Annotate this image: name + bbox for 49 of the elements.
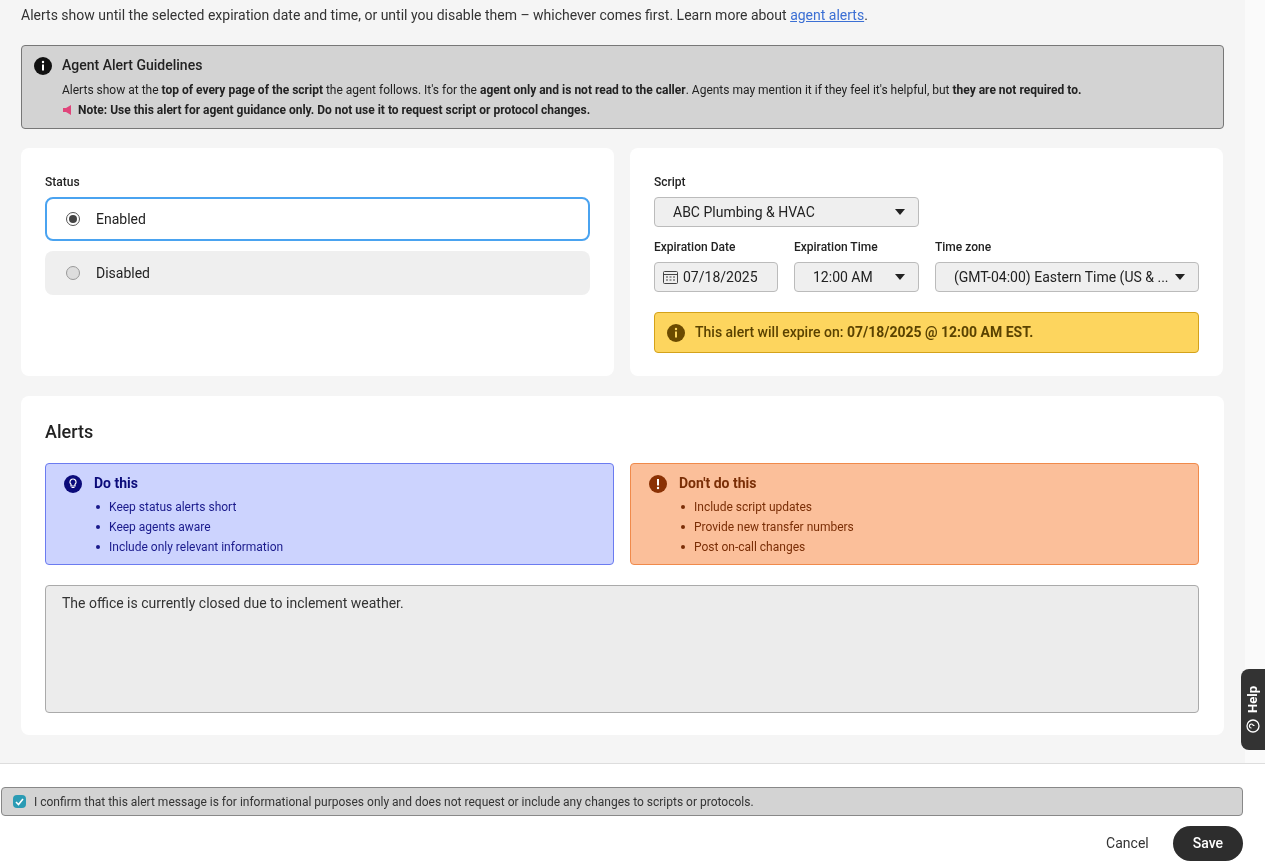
guidelines-title: Agent Alert Guidelines [62,56,203,75]
confirm-checkbox[interactable] [13,795,26,808]
expiration-date-label: Expiration Date [654,239,737,256]
bullet-icon [96,525,100,529]
help-tab[interactable]: Help [1241,669,1265,750]
caret-icon [895,274,905,280]
panel-item: Keep status alerts short [109,499,237,516]
date-field[interactable]: 07/18/2025 [654,262,778,292]
bullet-icon [681,505,685,509]
guidelines-note: Note: Use this alert for agent guidance only. Do not use it to request script or protocol changes. [78,102,591,119]
panel-item: Post on-call changes [694,539,806,556]
time-select[interactable]: 12:00 AM [794,262,919,292]
script-label: Script [654,174,687,191]
panel-item: Include script updates [694,499,813,516]
time-zone-select[interactable]: (GMT-04:00) Eastern Time (US & ... [935,262,1199,292]
exclamation-icon [649,474,667,493]
time-zone-label: Time zone [935,239,993,256]
caret-icon [895,209,905,215]
bullet-icon [96,505,100,509]
info-icon [34,56,52,75]
status-option[interactable]: Disabled [45,251,590,295]
message-field[interactable]: The office is currently closed due to inclement weather. [45,585,1199,713]
alerts-title: Alerts [45,420,95,444]
radio-button[interactable] [66,266,80,280]
cancel-button[interactable]: Cancel [1105,833,1150,854]
radio-button[interactable] [66,212,80,226]
panel-title: Do this [94,474,138,493]
confirm-text: I confirm that this alert message is for informational purposes only and does not request or include any changes to scripts or protocols. [34,793,754,811]
panel-item: Provide new transfer numbers [694,519,854,536]
bullet-icon [681,525,685,529]
expiration-time-label: Expiration Time [794,239,879,256]
megaphone-icon [62,105,74,115]
panel-title: Don't do this [679,474,757,493]
lightbulb-icon [64,474,82,493]
status-option[interactable]: Enabled [45,197,590,241]
intro-text: Alerts show until the selected expiration date and time, or until you disable them – whichever comes first. Learn more about agent alerts. [21,6,869,25]
confirm-bar[interactable]: I confirm that this alert message is for informational purposes only and does not request or include any changes to scripts or protocols. [1,787,1243,816]
expiry-text: This alert will expire on: 07/18/2025 @ 12:00 AM EST. [695,323,1034,342]
bullet-icon [96,545,100,549]
caret-icon [1175,274,1185,280]
save-button[interactable]: Save [1172,826,1243,861]
bullet-icon [681,545,685,549]
calendar-icon [663,270,678,284]
script-select[interactable]: ABC Plumbing & HVAC [654,197,919,227]
guidelines-text: Alerts show at the top of every page of the script the agent follows. It's for the agent only and is not read to the caller. Agents may mention it if they feel it's helpful, but they are not required to. [62,82,1083,99]
info-icon [667,323,685,342]
status-label: Status [45,174,81,191]
panel-item: Keep agents aware [109,519,211,536]
panel-item: Include only relevant information [109,539,284,556]
